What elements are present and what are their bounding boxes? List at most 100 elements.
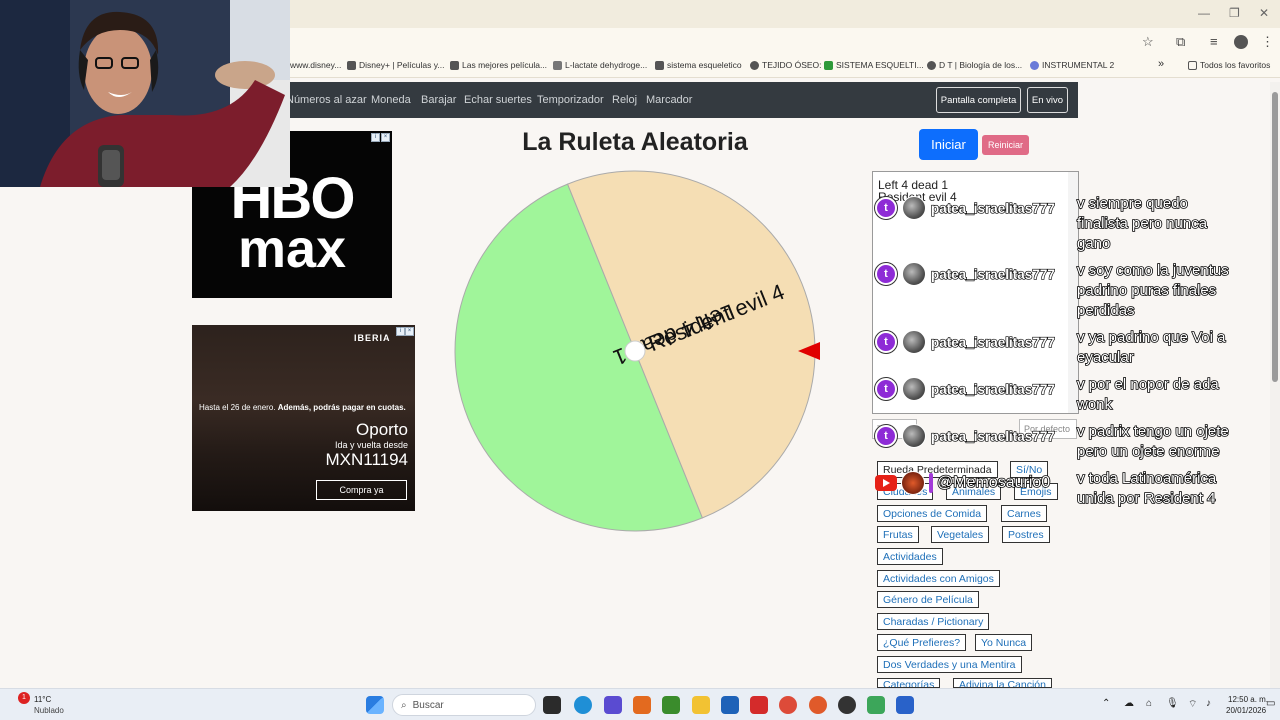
- chat-username: patea_israelitas777: [930, 200, 1055, 216]
- preset-would-you-rather[interactable]: ¿Qué Prefieres?: [877, 634, 967, 651]
- bookmark-icon: [553, 60, 562, 70]
- chrome-icon[interactable]: [779, 696, 797, 714]
- preset-guess-song[interactable]: Adivina la Canción: [953, 678, 1052, 688]
- nav-draw-lots[interactable]: Echar suertes: [464, 94, 532, 106]
- ad-choices-icon[interactable]: i: [371, 133, 380, 142]
- page-scrollbar-thumb[interactable]: [1272, 92, 1278, 382]
- chat-avatar: [902, 377, 926, 401]
- ad-choices-icon[interactable]: i: [396, 327, 405, 336]
- network-icon[interactable]: ⌂: [1146, 698, 1152, 709]
- file-explorer-icon[interactable]: [692, 696, 710, 714]
- wifi-icon[interactable]: ⌔: [1188, 698, 1197, 711]
- nav-shuffle[interactable]: Barajar: [421, 94, 456, 106]
- chat-entry: t patea_israelitas777: [875, 330, 1055, 354]
- page-scrollbar[interactable]: [1270, 82, 1280, 688]
- minimize-icon[interactable]: —: [1198, 6, 1210, 20]
- search-icon: ⌕: [401, 699, 407, 711]
- close-icon[interactable]: ✕: [1259, 6, 1269, 20]
- clock-date[interactable]: 20/01/2026: [1226, 706, 1266, 715]
- hbo-max-logo: max: [237, 219, 347, 279]
- app-icon[interactable]: [838, 696, 856, 714]
- roulette-wheel[interactable]: Left 4 dead 1 Resident evil 4: [450, 166, 820, 536]
- weather-temp[interactable]: 11°C: [34, 695, 51, 704]
- preset-never-have-i[interactable]: Yo Nunca: [975, 634, 1033, 651]
- wps-icon[interactable]: [750, 696, 768, 714]
- bookmark-item[interactable]: sistema esqueletico: [655, 60, 742, 70]
- weather-desc[interactable]: Nublado: [34, 706, 64, 715]
- preset-two-truths[interactable]: Dos Verdades y una Mentira: [877, 656, 1022, 673]
- more-bookmarks-icon[interactable]: »: [1158, 58, 1164, 70]
- bookmark-item[interactable]: TEJIDO ÓSEO:: [750, 60, 822, 70]
- promo-text: Hasta el 26 de enero. Además, podrás pag…: [199, 403, 406, 412]
- copilot-icon[interactable]: [633, 696, 651, 714]
- app-icon[interactable]: [721, 696, 739, 714]
- page-title: La Ruleta Aleatoria: [522, 128, 748, 156]
- edge-icon[interactable]: [574, 696, 592, 714]
- extensions-icon[interactable]: ⧉: [1176, 34, 1185, 50]
- preset-meats[interactable]: Carnes: [1001, 505, 1047, 522]
- reading-list-icon[interactable]: ≡: [1210, 34, 1218, 49]
- profile-avatar[interactable]: [1234, 35, 1248, 49]
- bookmark-item[interactable]: www.disney...: [290, 60, 341, 70]
- folder-icon: [1188, 60, 1197, 70]
- bookmark-icon: [750, 60, 759, 70]
- preset-fruits[interactable]: Frutas: [877, 526, 919, 543]
- twitch-icon: t: [875, 263, 897, 285]
- preset-vegetables[interactable]: Vegetales: [931, 526, 990, 543]
- restore-icon[interactable]: ❐: [1229, 6, 1240, 20]
- app-icon[interactable]: [867, 696, 885, 714]
- buy-now-button[interactable]: Compra ya: [316, 480, 407, 500]
- taskbar-search[interactable]: ⌕ Buscar: [392, 694, 536, 716]
- all-favorites[interactable]: Todos los favoritos: [1188, 60, 1270, 70]
- fullscreen-button[interactable]: Pantalla completa: [936, 87, 1021, 113]
- preset-activities-friends[interactable]: Actividades con Amigos: [877, 570, 1000, 587]
- chat-message: v soy como la juventus padrino puras fina…: [1076, 261, 1229, 320]
- chat-avatar: [902, 196, 926, 220]
- preset-charades[interactable]: Charadas / Pictionary: [877, 613, 990, 630]
- preset-activities[interactable]: Actividades: [877, 548, 943, 565]
- bookmark-item[interactable]: Disney+ | Películas y...: [347, 60, 444, 70]
- task-view-icon[interactable]: [543, 696, 561, 714]
- iberia-ad[interactable]: i × IBERIA Hasta el 26 de enero. Además,…: [192, 325, 415, 511]
- notifications-icon[interactable]: ▭: [1266, 698, 1275, 709]
- windows-taskbar: 1 11°C Nublado ⌕ Buscar ⌃ ☁ ⌂ 🎙 ⌔ ♪ 12:50…: [0, 688, 1280, 720]
- bookmark-item[interactable]: Las mejores película...: [450, 60, 547, 70]
- preset-movie-genre[interactable]: Género de Película: [877, 591, 979, 608]
- volume-icon[interactable]: ♪: [1206, 698, 1211, 709]
- windows-start-icon[interactable]: [366, 696, 384, 714]
- preset-categories[interactable]: Categorías: [877, 678, 941, 688]
- nav-clock[interactable]: Reloj: [612, 94, 637, 106]
- mic-icon[interactable]: 🎙: [1166, 698, 1179, 709]
- ad-close-icon[interactable]: ×: [405, 327, 414, 336]
- wheel-center: [624, 340, 646, 362]
- clock-time[interactable]: 12:50 a. m.: [1228, 695, 1268, 704]
- nav-scoreboard[interactable]: Marcador: [646, 94, 692, 106]
- chat-message: v por el nopor de ada wonk: [1076, 375, 1219, 414]
- menu-icon[interactable]: ⋮: [1261, 34, 1274, 50]
- star-icon[interactable]: ☆: [1142, 34, 1154, 50]
- store-icon[interactable]: [604, 696, 622, 714]
- start-button[interactable]: Iniciar: [919, 129, 978, 160]
- bookmark-icon: [347, 60, 356, 70]
- preset-food[interactable]: Opciones de Comida: [877, 505, 988, 522]
- bookmark-icon: [1030, 60, 1039, 70]
- chat-username: patea_israelitas777: [930, 381, 1055, 397]
- bookmark-item[interactable]: D T | Biología de los...: [927, 60, 1022, 70]
- chat-entry: t patea_israelitas777: [875, 262, 1055, 286]
- bookmark-item[interactable]: L-lactate dehydroge...: [553, 60, 647, 70]
- nav-random-numbers[interactable]: Números al azar: [286, 94, 367, 106]
- bookmark-item[interactable]: INSTRUMENTAL 2: [1030, 60, 1114, 70]
- nav-coin[interactable]: Moneda: [371, 94, 411, 106]
- ad-close-icon[interactable]: ×: [381, 133, 390, 142]
- obs-icon[interactable]: [809, 696, 827, 714]
- nav-timer[interactable]: Temporizador: [537, 94, 604, 106]
- bookmark-item[interactable]: SISTEMA ESQUELTI...: [824, 60, 924, 70]
- minecraft-icon[interactable]: [662, 696, 680, 714]
- chat-entry: t patea_israelitas777: [875, 196, 1055, 220]
- live-button[interactable]: En vivo: [1027, 87, 1068, 113]
- cloud-icon[interactable]: ☁: [1124, 698, 1134, 709]
- preset-desserts[interactable]: Postres: [1002, 526, 1050, 543]
- reset-button[interactable]: Reiniciar: [982, 135, 1029, 155]
- app-icon[interactable]: [896, 696, 914, 714]
- tray-chevron-icon[interactable]: ⌃: [1102, 698, 1110, 709]
